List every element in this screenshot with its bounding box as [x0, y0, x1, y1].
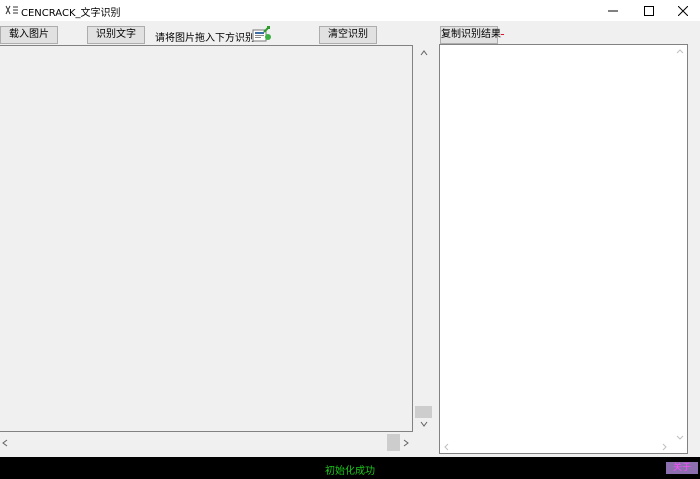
load-image-button[interactable]: 载入图片: [0, 26, 58, 44]
recognize-text-button[interactable]: 识别文字: [87, 26, 145, 44]
result-scroll-down-icon[interactable]: [676, 435, 684, 440]
maximize-icon: [644, 6, 654, 16]
image-horizontal-scrollbar[interactable]: [0, 432, 413, 453]
clear-recognition-button[interactable]: 清空识别: [319, 26, 377, 44]
drag-hint-label: 请将图片拖入下方识别!: [155, 33, 260, 44]
status-bar: 初始化成功: [0, 457, 700, 479]
app-window: CENCRACK_文字识别 载入图片 识别文字 请将图片拖入下方识别! 清空识别…: [0, 0, 700, 479]
scroll-right-icon[interactable]: [403, 439, 409, 447]
result-vertical-scrollbar[interactable]: [673, 45, 687, 453]
result-scroll-right-icon[interactable]: [662, 443, 667, 451]
minimize-icon: [608, 10, 618, 12]
horizontal-scroll-thumb[interactable]: [387, 434, 400, 451]
result-scroll-up-icon[interactable]: [676, 49, 684, 54]
window-title: CENCRACK_文字识别: [21, 8, 121, 19]
scroll-down-icon[interactable]: [420, 421, 428, 427]
image-vertical-scrollbar[interactable]: [413, 45, 434, 432]
close-icon: [678, 6, 688, 16]
close-button[interactable]: [666, 0, 700, 21]
result-horizontal-scrollbar[interactable]: [440, 441, 673, 453]
scroll-up-icon[interactable]: [420, 50, 428, 56]
maximize-button[interactable]: [632, 0, 666, 21]
copy-result-button[interactable]: 复制识别结果: [440, 26, 501, 44]
scroll-left-icon[interactable]: [2, 439, 8, 447]
app-logo-icon: [5, 5, 18, 15]
result-textbox[interactable]: [439, 44, 688, 454]
minimize-button[interactable]: [596, 0, 630, 21]
drop-image-icon: [252, 26, 271, 42]
vertical-scroll-thumb[interactable]: [415, 406, 432, 418]
about-button[interactable]: 关于: [666, 462, 698, 474]
status-message: 初始化成功: [325, 466, 375, 477]
title-bar: CENCRACK_文字识别: [0, 0, 700, 21]
image-drop-area[interactable]: [0, 45, 413, 432]
result-scroll-left-icon[interactable]: [444, 443, 449, 451]
indicator-mark: [501, 34, 504, 35]
